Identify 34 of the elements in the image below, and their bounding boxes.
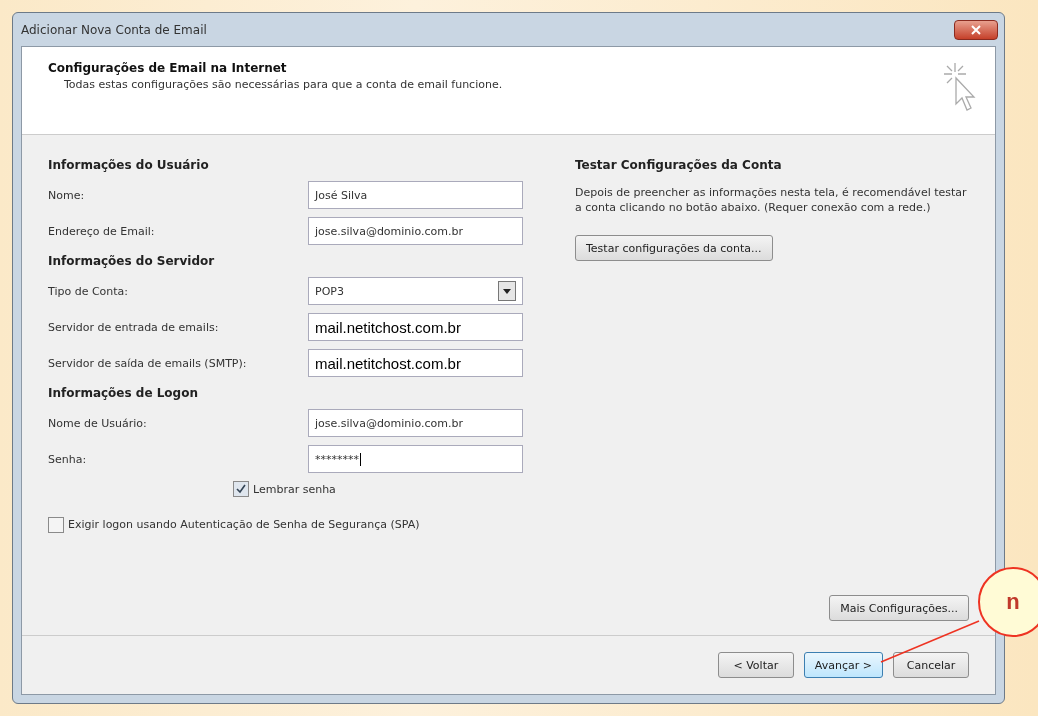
section-heading: Informações de Logon bbox=[48, 386, 198, 400]
header-subtitle: Todas estas configurações são necessárias para que a conta de email funcione. bbox=[64, 78, 503, 91]
spa-checkbox[interactable] bbox=[48, 517, 64, 533]
checkbox-label: Lembrar senha bbox=[253, 481, 336, 497]
header-title: Configurações de Email na Internet bbox=[48, 61, 288, 75]
field-label: Nome: bbox=[48, 188, 85, 202]
test-description: Depois de preencher as informações nesta tela, é recomendável testar a conta clicando no botão abaixo. (Requer conexão com a rede.) bbox=[575, 185, 968, 215]
wizard-button[interactable]: Avançar > bbox=[803, 652, 883, 678]
wizard-button[interactable]: < Voltar bbox=[717, 652, 794, 678]
section-heading: Informações do Usuário bbox=[48, 158, 209, 172]
field-label: Tipo de Conta: bbox=[48, 284, 129, 298]
input-field[interactable]: jose.silva@dominio.com.br bbox=[308, 217, 523, 245]
checkmark-icon bbox=[236, 484, 246, 494]
wizard-button[interactable]: Cancelar bbox=[893, 652, 969, 678]
field-label: Nome de Usuário: bbox=[48, 416, 147, 430]
field-label: Servidor de entrada de emails: bbox=[48, 320, 219, 334]
field-label: Servidor de saída de emails (SMTP): bbox=[48, 356, 247, 370]
input-field[interactable]: jose.silva@dominio.com.br bbox=[308, 409, 523, 437]
input-field[interactable]: mail.netitchost.com.br bbox=[308, 349, 523, 377]
close-button[interactable] bbox=[954, 19, 998, 40]
section-heading: Testar Configurações da Conta bbox=[575, 158, 782, 172]
more-settings-button[interactable]: Mais Configurações... bbox=[829, 595, 969, 621]
checkbox-label: Exigir logon usando Autenticação de Senha de Segurança (SPA) bbox=[68, 517, 420, 532]
input-field[interactable]: José Silva bbox=[308, 181, 523, 209]
remember-checkbox[interactable] bbox=[233, 481, 249, 497]
field-label: Endereço de Email: bbox=[48, 224, 155, 238]
input-field[interactable]: ******** bbox=[308, 445, 523, 473]
field-label: Senha: bbox=[48, 452, 87, 466]
close-icon bbox=[971, 24, 981, 35]
test-settings-button[interactable]: Testar configurações da conta... bbox=[575, 235, 773, 261]
section-heading: Informações do Servidor bbox=[48, 254, 215, 268]
input-field[interactable]: mail.netitchost.com.br bbox=[308, 313, 523, 341]
account-type-dropdown[interactable]: POP3 bbox=[308, 277, 523, 305]
window-title: Adicionar Nova Conta de Email bbox=[21, 22, 207, 37]
